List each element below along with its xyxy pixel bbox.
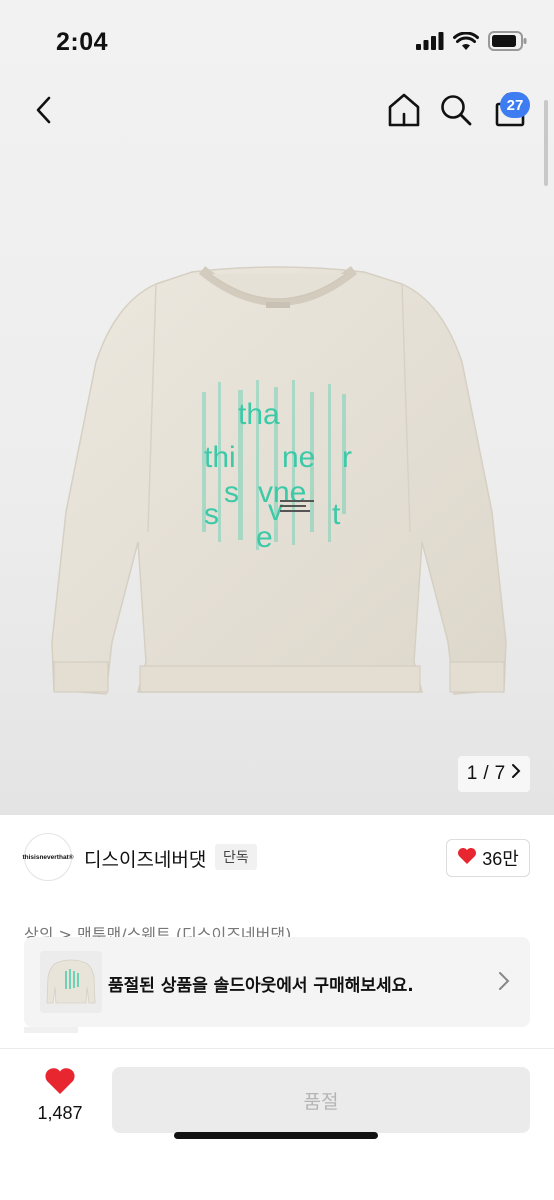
brand-name[interactable]: 디스이즈네버댓 xyxy=(84,845,206,872)
home-button[interactable] xyxy=(384,92,424,132)
exclusive-badge: 단독 xyxy=(215,844,257,870)
svg-text:s: s xyxy=(224,476,239,509)
chevron-right-icon xyxy=(511,763,521,785)
wishlist-button[interactable]: 1,487 xyxy=(24,1067,96,1137)
status-time: 2:04 xyxy=(56,28,109,56)
brand-row: thisisneverthat® 디스이즈네버댓 단독 36만 xyxy=(0,815,554,905)
gallery-pager[interactable]: 1 / 7 xyxy=(458,756,530,792)
home-indicator xyxy=(174,1132,378,1139)
pager-separator: / xyxy=(483,763,489,784)
chevron-right-icon xyxy=(498,971,510,995)
soldout-thumbnail xyxy=(40,951,102,1013)
battery-icon xyxy=(488,31,528,55)
cart-count-badge: 27 xyxy=(500,92,530,118)
signal-icon xyxy=(416,32,444,54)
breadcrumb[interactable]: 상의 > 맨투맨/스웨트 (디스이즈네버댓) xyxy=(24,924,291,938)
soldout-banner[interactable]: 품절된 상품을 솔드아웃에서 구매해보세요. xyxy=(24,937,530,1027)
soldout-message: 품절된 상품을 솔드아웃에서 구매해보세요. xyxy=(108,976,414,996)
print-line-2: thi xyxy=(204,441,236,474)
status-icons xyxy=(416,31,528,55)
svg-text:s: s xyxy=(204,498,219,531)
svg-text:ne: ne xyxy=(282,441,315,474)
divider xyxy=(24,1027,78,1033)
svg-text:t: t xyxy=(332,498,341,531)
bottom-action-bar: 1,487 품절 xyxy=(0,1048,554,1200)
home-icon xyxy=(387,92,421,132)
chevron-left-icon xyxy=(34,95,54,129)
svg-text:r: r xyxy=(342,441,352,474)
wishlist-count: 1,487 xyxy=(37,1103,83,1123)
heart-icon xyxy=(457,847,477,870)
wifi-icon xyxy=(453,31,479,55)
print-line-1: tha xyxy=(238,398,280,431)
brand-logo[interactable]: thisisneverthat® xyxy=(22,833,74,881)
search-button[interactable] xyxy=(436,92,476,132)
search-icon xyxy=(439,93,473,131)
pager-current: 1 xyxy=(466,763,478,784)
heart-icon xyxy=(44,1067,76,1099)
pager-total: 7 xyxy=(494,763,506,784)
status-bar: 2:04 xyxy=(0,0,554,88)
back-button[interactable] xyxy=(24,92,64,132)
product-image-gallery[interactable]: 2:04 27 tha thi ne r s vne s v t e 1 / 7 xyxy=(0,0,554,815)
brand-like-button[interactable]: 36만 xyxy=(446,839,530,877)
product-image: tha thi ne r s vne s v t e xyxy=(42,262,514,702)
svg-text:e: e xyxy=(256,521,273,554)
buy-button[interactable]: 품절 xyxy=(112,1067,530,1133)
brand-like-count: 36만 xyxy=(482,849,519,869)
scroll-indicator xyxy=(544,100,548,186)
